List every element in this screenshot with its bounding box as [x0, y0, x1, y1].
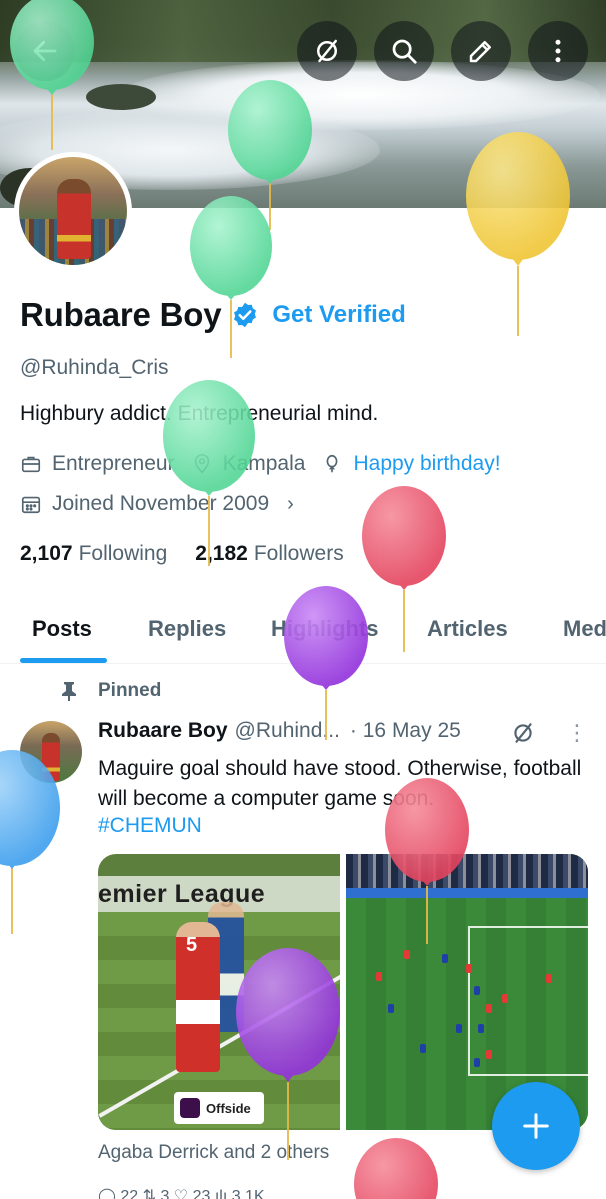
tab-highlights[interactable]: Highlights	[271, 616, 379, 642]
grok-icon	[317, 39, 337, 63]
tab-media[interactable]: Media	[563, 616, 606, 642]
media-league-text: emier League	[98, 880, 266, 908]
follow-stats: 2,107 Following 2,182 Followers	[20, 542, 372, 566]
location-text: Kampala	[222, 452, 306, 475]
profile-avatar[interactable]	[14, 152, 132, 270]
pencil-icon	[469, 41, 491, 63]
post-action-bar[interactable]: ◯ 22 ⇅ 3 ♡ 23 ılı 3.1K	[98, 1186, 265, 1199]
following-label: Following	[78, 542, 168, 565]
location-item: Kampala	[191, 452, 306, 476]
post-text: Maguire goal should have stood. Otherwis…	[98, 757, 582, 810]
search-button[interactable]	[374, 21, 434, 81]
post-date: · 16 May 25	[349, 719, 461, 742]
compose-fab[interactable]	[492, 1082, 580, 1170]
arrow-left-icon	[33, 40, 57, 62]
profile-handle: @Ruhinda_Cris	[20, 356, 169, 379]
post-author-handle[interactable]: @Ruhind...	[235, 719, 340, 743]
tab-posts[interactable]: Posts	[32, 616, 92, 642]
profession-item: Entrepreneur	[20, 452, 175, 476]
followers-label: Followers	[253, 542, 344, 565]
calendar-icon	[21, 496, 41, 514]
pin-icon	[62, 682, 76, 701]
media-shirt-number: 5	[186, 934, 198, 956]
post-hashtag[interactable]: #CHEMUN	[98, 814, 202, 838]
location-pin-icon	[194, 454, 209, 474]
liked-by-text[interactable]: Agaba Derrick and 2 others	[98, 1142, 329, 1164]
joined-text: Joined November 2009	[52, 492, 270, 515]
chevron-right-icon: ›	[287, 492, 294, 515]
followers-link[interactable]: 2,182 Followers	[195, 542, 343, 566]
league-logo-icon	[180, 1098, 200, 1118]
balloon-icon	[327, 454, 338, 473]
avatar-image	[19, 157, 127, 265]
profile-bio: Highbury addict. Entrepreneurial mind.	[20, 402, 379, 425]
profile-tabs: Posts Replies Highlights Articles Media	[0, 596, 606, 664]
joined-row[interactable]: Joined November 2009 ›	[20, 492, 294, 516]
verified-badge-icon	[234, 302, 257, 328]
media-image-offside[interactable]: emier League 5 Offside	[98, 854, 340, 1130]
profile-name: Rubaare Boy	[20, 296, 222, 333]
tab-replies[interactable]: Replies	[148, 616, 226, 642]
more-vertical-icon	[555, 39, 561, 63]
grok-icon[interactable]	[510, 720, 536, 746]
more-options-button[interactable]	[528, 21, 588, 81]
get-verified-link[interactable]: Get Verified	[272, 301, 405, 329]
post-author-avatar[interactable]	[20, 721, 82, 783]
birthday-item[interactable]: Happy birthday!	[321, 452, 501, 476]
grok-button[interactable]	[297, 21, 357, 81]
pinned-text: Pinned	[98, 680, 162, 701]
offside-text: Offside	[206, 1100, 251, 1116]
balloon-red	[354, 1138, 438, 1199]
followers-count: 2,182	[195, 542, 248, 565]
compose-button[interactable]	[451, 21, 511, 81]
offside-tag: Offside	[174, 1092, 264, 1124]
banner-rock	[86, 84, 156, 110]
pinned-label-row: Pinned	[60, 680, 161, 702]
post-header: Rubaare Boy @Ruhind... · 16 May 25	[98, 719, 461, 743]
profile-meta: Entrepreneur Kampala Happy birthday!	[20, 452, 517, 476]
profession-text: Entrepreneur	[52, 452, 175, 475]
post-author-name[interactable]: Rubaare Boy	[98, 719, 228, 743]
briefcase-icon	[21, 456, 41, 473]
search-icon	[392, 39, 417, 64]
back-button[interactable]	[15, 21, 75, 81]
following-count: 2,107	[20, 542, 73, 565]
active-tab-indicator	[20, 658, 107, 663]
following-link[interactable]: 2,107 Following	[20, 542, 167, 566]
tab-articles[interactable]: Articles	[427, 616, 508, 642]
plus-icon	[523, 1113, 549, 1139]
post-more-icon[interactable]: ⋮	[566, 722, 588, 744]
profile-name-row: Rubaare Boy Get Verified	[20, 296, 406, 334]
birthday-text[interactable]: Happy birthday!	[353, 452, 500, 476]
